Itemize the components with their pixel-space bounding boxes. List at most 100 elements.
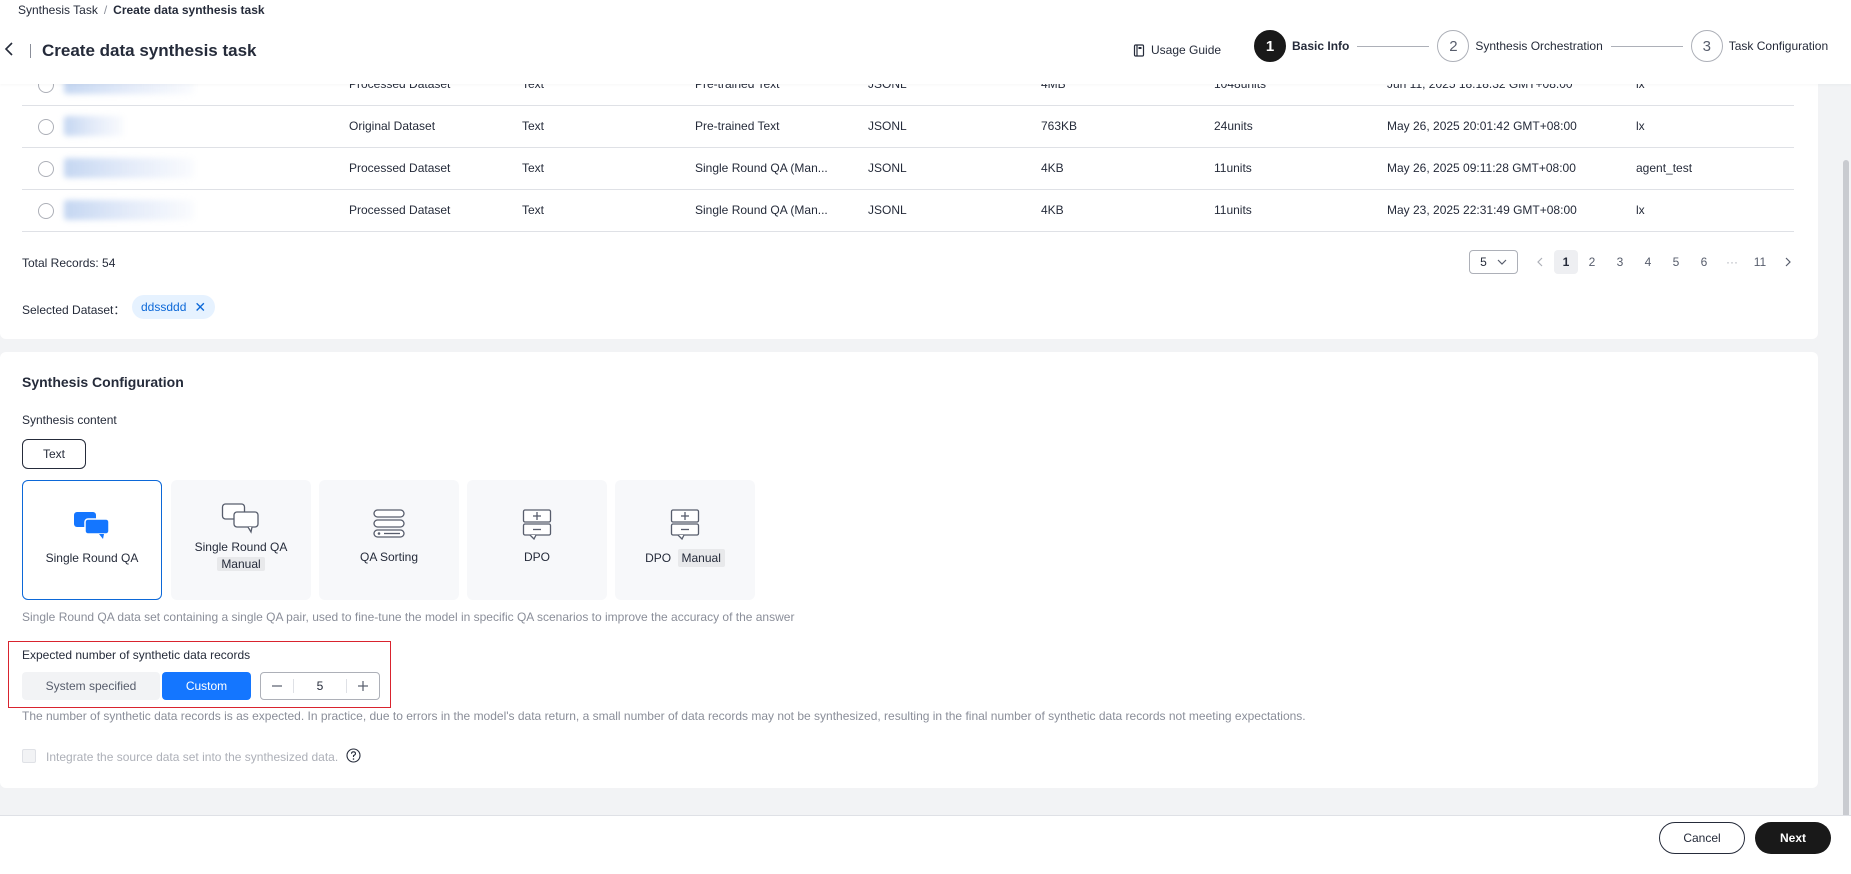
records-count-stepper: 5 bbox=[260, 672, 380, 700]
cancel-button[interactable]: Cancel bbox=[1659, 822, 1745, 854]
back-arrow-icon[interactable] bbox=[2, 41, 16, 57]
option-label: DPO bbox=[645, 551, 672, 565]
option-label: Single Round QA bbox=[45, 551, 139, 565]
table-row[interactable]: Original Dataset Text Pre-trained Text J… bbox=[22, 106, 1794, 148]
page-size-select[interactable]: 5 bbox=[1469, 250, 1518, 274]
total-records: Total Records: 54 bbox=[22, 256, 116, 270]
step-label: Basic Info bbox=[1292, 39, 1350, 53]
step-indicator: 1 Basic Info 2 Synthesis Orchestration 3… bbox=[1254, 30, 1828, 62]
cell-format-type: Pre-trained Text bbox=[695, 119, 780, 133]
records-note: The number of synthetic data records is … bbox=[22, 709, 1306, 723]
chat-bubbles-icon bbox=[74, 512, 110, 539]
cell-modality: Text bbox=[522, 161, 545, 175]
tag-text: ddssddd bbox=[141, 300, 187, 314]
page-2[interactable]: 2 bbox=[1578, 250, 1606, 274]
step-connector bbox=[1357, 45, 1430, 47]
option-single-round-qa-manual[interactable]: Single Round QA Manual bbox=[171, 480, 311, 600]
page-1[interactable]: 1 bbox=[1554, 250, 1578, 274]
system-specified-button[interactable]: System specified bbox=[22, 672, 160, 700]
cell-file-format: JSONL bbox=[868, 119, 907, 133]
section-title: Synthesis Configuration bbox=[22, 374, 184, 390]
dataset-name-link[interactable] bbox=[64, 200, 194, 220]
page-5[interactable]: 5 bbox=[1662, 250, 1690, 274]
decrement-button[interactable] bbox=[261, 673, 293, 699]
option-qa-sorting[interactable]: QA Sorting bbox=[319, 480, 459, 600]
cell-format-type: Single Round QA (Man... bbox=[695, 161, 828, 175]
page-header: Synthesis Task / Create data synthesis tas… bbox=[0, 0, 1851, 84]
step-number: 1 bbox=[1254, 30, 1286, 62]
step-connector bbox=[1610, 45, 1683, 47]
cell-size: 763KB bbox=[1041, 119, 1078, 133]
table-row[interactable]: Processed Dataset Text Single Round QA (… bbox=[22, 190, 1794, 232]
page-size-value: 5 bbox=[1480, 255, 1487, 269]
option-dpo[interactable]: DPO bbox=[467, 480, 607, 600]
plus-minus-chat-icon bbox=[670, 509, 700, 540]
pagination: 5 1 2 3 4 5 6 ··· 11 bbox=[1469, 250, 1802, 274]
text-content-button[interactable]: Text bbox=[22, 439, 86, 469]
breadcrumb-current: Create data synthesis task bbox=[113, 3, 265, 17]
cell-created: May 26, 2025 20:01:42 GMT+08:00 bbox=[1387, 119, 1577, 133]
table-row[interactable]: Processed Dataset Text Single Round QA (… bbox=[22, 148, 1794, 190]
cell-size: 4KB bbox=[1041, 161, 1064, 175]
page-ellipsis[interactable]: ··· bbox=[1718, 250, 1746, 274]
chevron-down-icon bbox=[1497, 259, 1507, 265]
custom-button[interactable]: Custom bbox=[162, 672, 251, 700]
option-label: Single Round QA bbox=[194, 540, 288, 554]
cell-creator: lx bbox=[1636, 203, 1645, 217]
page-11[interactable]: 11 bbox=[1746, 250, 1774, 274]
cell-created: May 23, 2025 22:31:49 GMT+08:00 bbox=[1387, 203, 1577, 217]
expected-records-label: Expected number of synthetic data record… bbox=[22, 648, 251, 662]
selected-dataset-tag: ddssddd ✕ bbox=[132, 295, 216, 319]
option-label: QA Sorting bbox=[359, 550, 419, 564]
breadcrumb-parent[interactable]: Synthesis Task bbox=[18, 3, 98, 17]
synthesis-content-label: Synthesis content bbox=[22, 413, 117, 427]
page-3[interactable]: 3 bbox=[1606, 250, 1634, 274]
option-description: Single Round QA data set containing a si… bbox=[22, 610, 795, 624]
divider bbox=[30, 44, 31, 58]
next-button[interactable]: Next bbox=[1755, 822, 1831, 854]
prev-page-button[interactable] bbox=[1526, 250, 1554, 274]
integrate-label: Integrate the source data set into the s… bbox=[46, 750, 339, 764]
help-icon[interactable] bbox=[346, 748, 361, 763]
page-4[interactable]: 4 bbox=[1634, 250, 1662, 274]
page-6[interactable]: 6 bbox=[1690, 250, 1718, 274]
plus-minus-chat-icon bbox=[522, 509, 552, 540]
step-label: Synthesis Orchestration bbox=[1475, 39, 1603, 53]
option-dpo-manual[interactable]: DPO Manual bbox=[615, 480, 755, 600]
option-badge: Manual bbox=[217, 557, 265, 571]
step-synthesis-orchestration: 2 Synthesis Orchestration bbox=[1437, 30, 1603, 62]
breadcrumb: Synthesis Task / Create data synthesis tas… bbox=[18, 3, 265, 17]
row-radio[interactable] bbox=[38, 119, 54, 135]
cell-type: Processed Dataset bbox=[349, 161, 451, 175]
cell-file-format: JSONL bbox=[868, 203, 907, 217]
row-radio[interactable] bbox=[38, 161, 54, 177]
step-label: Task Configuration bbox=[1728, 39, 1829, 53]
cell-type: Processed Dataset bbox=[349, 203, 451, 217]
minus-icon bbox=[272, 685, 282, 687]
option-badge: Manual bbox=[677, 549, 725, 567]
dataset-name-link[interactable] bbox=[64, 158, 194, 178]
page-title: Create data synthesis task bbox=[42, 41, 257, 60]
cell-count: 24units bbox=[1214, 119, 1253, 133]
cell-file-format: JSONL bbox=[868, 161, 907, 175]
records-mode-toggle: System specified Custom bbox=[22, 672, 251, 700]
row-radio[interactable] bbox=[38, 203, 54, 219]
scrollbar[interactable] bbox=[1843, 160, 1849, 820]
cell-count: 11units bbox=[1214, 203, 1252, 217]
option-single-round-qa[interactable]: Single Round QA bbox=[22, 480, 162, 600]
cell-modality: Text bbox=[522, 203, 545, 217]
cell-format-type: Single Round QA (Man... bbox=[695, 203, 828, 217]
integrate-checkbox[interactable] bbox=[22, 749, 36, 763]
usage-guide-label: Usage Guide bbox=[1151, 43, 1222, 57]
close-icon[interactable]: ✕ bbox=[194, 300, 206, 314]
cell-type: Original Dataset bbox=[349, 119, 436, 133]
dataset-name-link[interactable] bbox=[64, 116, 124, 136]
step-number: 2 bbox=[1437, 30, 1470, 62]
records-count-input[interactable]: 5 bbox=[294, 679, 346, 693]
increment-button[interactable] bbox=[347, 673, 379, 699]
chat-bubbles-outline-icon bbox=[221, 503, 259, 534]
dataset-table-card: Processed Dataset Text Pre-trained Text … bbox=[0, 64, 1818, 339]
cell-creator: agent_test bbox=[1636, 161, 1693, 175]
next-page-button[interactable] bbox=[1774, 250, 1802, 274]
usage-guide-link[interactable]: Usage Guide bbox=[1133, 43, 1221, 57]
